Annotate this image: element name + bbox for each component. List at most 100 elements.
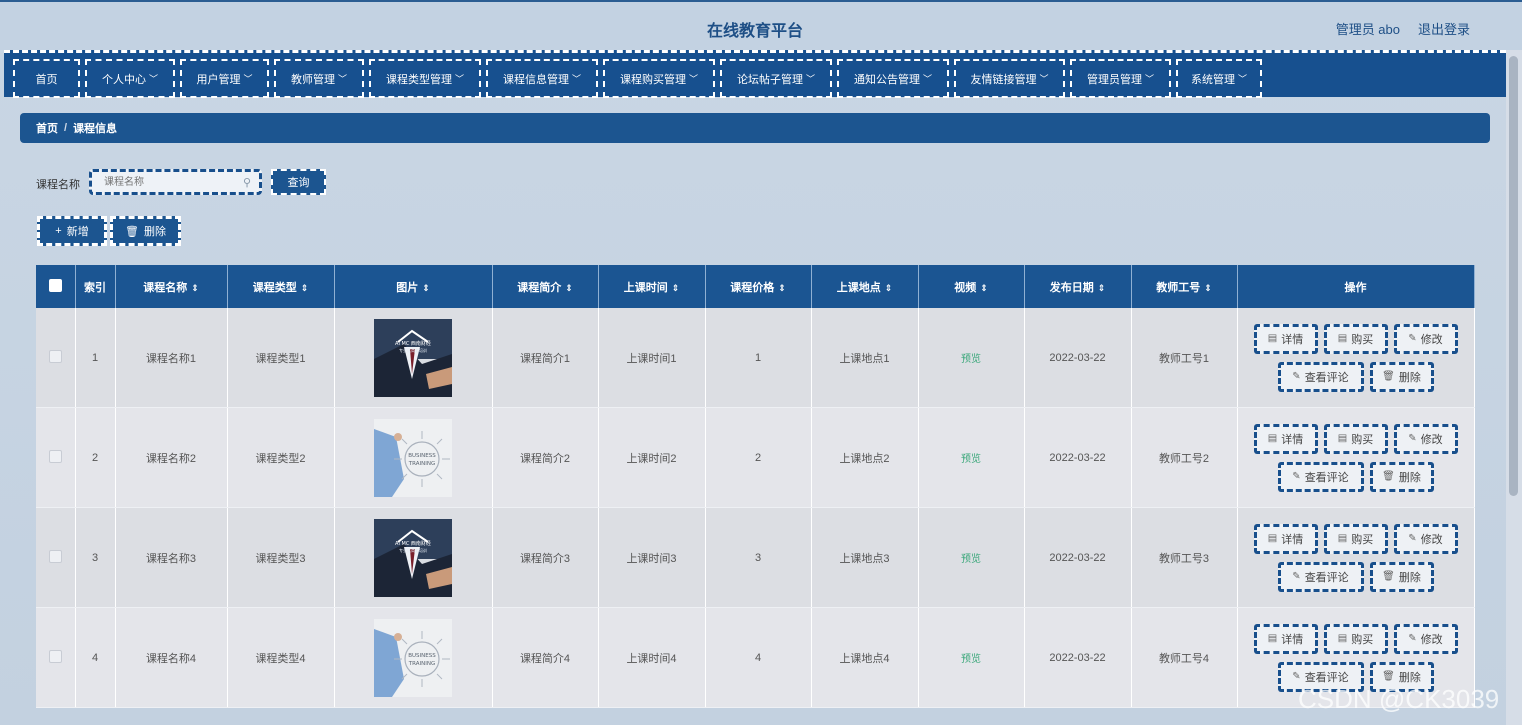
nav-item-label: 友情链接管理 (970, 73, 1037, 86)
column-header-label: 索引 (84, 281, 106, 294)
image-caption: TRAINING (408, 461, 435, 467)
select-all-checkbox[interactable] (48, 278, 62, 292)
row-delete-label: 删除 (1398, 471, 1421, 484)
search-input[interactable] (89, 169, 262, 195)
view-comments-label: 查看评论 (1304, 371, 1349, 384)
cell-course-name: 课程名称3 (115, 507, 228, 608)
scrollbar-thumb[interactable] (1509, 56, 1518, 496)
column-header-label: 视频 (954, 281, 977, 294)
row-select-cell[interactable] (36, 308, 76, 408)
row-actions-top: ▤ 详情 ▤ 购买 ✎ 修改 (1253, 623, 1458, 654)
column-header[interactable]: 课程价格 ⇕ (705, 265, 812, 308)
sort-icon[interactable]: ⇕ (191, 283, 199, 293)
buy-button[interactable]: ▤ 购买 (1323, 323, 1388, 354)
cell-image: BUSINESS TRAINING (334, 407, 493, 508)
row-select-cell[interactable] (36, 507, 76, 608)
column-header[interactable]: 课程简介 ⇕ (492, 265, 599, 308)
nav-item-label: 用户管理 (196, 73, 241, 86)
buy-button[interactable]: ▤ 购买 (1323, 423, 1388, 454)
nav-item-teacher-management[interactable]: 教师管理 ﹀ (274, 59, 364, 98)
column-header[interactable]: 视频 ⇕ (918, 265, 1025, 308)
row-delete-button[interactable]: 🗑 删除 (1369, 461, 1434, 492)
column-header[interactable]: 课程类型 ⇕ (227, 265, 335, 308)
cell-video: 预览 (918, 407, 1025, 508)
video-preview-link[interactable]: 预览 (961, 354, 981, 365)
cell-teacher: 教师工号4 (1131, 607, 1238, 708)
nav-item-personal-center[interactable]: 个人中心 ﹀ (85, 59, 175, 98)
cell-course-type: 课程类型4 (227, 607, 335, 708)
query-button[interactable]: 查询 (271, 169, 326, 195)
edit-button[interactable]: ✎ 修改 (1393, 523, 1458, 554)
sort-icon[interactable]: ⇕ (1204, 283, 1212, 293)
detail-button[interactable]: ▤ 详情 (1253, 623, 1318, 654)
nav-item-user-management[interactable]: 用户管理 ﹀ (180, 59, 269, 98)
edit-button[interactable]: ✎ 修改 (1393, 623, 1458, 654)
sort-icon[interactable]: ⇕ (778, 283, 786, 293)
edit-icon: ✎ (1408, 333, 1417, 344)
sort-icon[interactable]: ⇕ (565, 283, 573, 293)
row-checkbox[interactable] (48, 549, 62, 563)
buy-button-label: 购买 (1351, 633, 1374, 646)
batch-delete-button[interactable]: 🗑 删除 (110, 216, 181, 246)
column-header[interactable]: 上课地点 ⇕ (811, 265, 919, 308)
edit-button[interactable]: ✎ 修改 (1393, 423, 1458, 454)
column-header[interactable]: 发布日期 ⇕ (1024, 265, 1132, 308)
edit-button[interactable]: ✎ 修改 (1393, 323, 1458, 354)
sort-icon[interactable]: ⇕ (1098, 283, 1106, 293)
detail-button[interactable]: ▤ 详情 (1253, 423, 1318, 454)
row-checkbox[interactable] (48, 449, 62, 463)
video-preview-link[interactable]: 预览 (961, 654, 981, 665)
cell-intro: 课程简介4 (492, 607, 599, 708)
nav-item-notice-management[interactable]: 通知公告管理 ﹀ (837, 59, 949, 98)
logout-link[interactable]: 退出登录 (1418, 19, 1470, 38)
column-header[interactable]: 教师工号 ⇕ (1131, 265, 1238, 308)
column-header[interactable]: 上课时间 ⇕ (598, 265, 706, 308)
add-button[interactable]: + 新增 (37, 216, 107, 246)
breadcrumb-home[interactable]: 首页 (36, 120, 58, 136)
row-checkbox[interactable] (48, 349, 62, 363)
chevron-down-icon: ﹀ (337, 74, 347, 84)
row-select-cell[interactable] (36, 607, 76, 708)
cell-course-type: 课程类型1 (227, 308, 335, 408)
row-checkbox[interactable] (48, 649, 62, 663)
nav-item-course-purchase-management[interactable]: 课程购买管理 ﹀ (603, 59, 715, 98)
cell-teacher: 教师工号1 (1131, 308, 1238, 408)
nav-item-course-info-management[interactable]: 课程信息管理 ﹀ (486, 59, 598, 98)
document-icon: ▤ (1267, 633, 1278, 644)
row-delete-button[interactable]: 🗑 删除 (1369, 561, 1434, 592)
view-comments-button[interactable]: ✎ 查看评论 (1277, 461, 1364, 492)
video-preview-link[interactable]: 预览 (961, 554, 981, 565)
top-header: 在线教育平台 管理员 abo 退出登录 (0, 0, 1522, 50)
view-comments-button[interactable]: ✎ 查看评论 (1277, 561, 1364, 592)
detail-button[interactable]: ▤ 详情 (1253, 323, 1318, 354)
sort-icon[interactable]: ⇕ (422, 283, 430, 293)
view-comments-button[interactable]: ✎ 查看评论 (1277, 361, 1364, 392)
sort-icon[interactable]: ⇕ (301, 283, 309, 293)
sort-icon[interactable]: ⇕ (885, 283, 893, 293)
select-all-cell[interactable] (36, 265, 76, 308)
nav-item-links-management[interactable]: 友情链接管理 ﹀ (954, 59, 1065, 98)
sort-icon[interactable]: ⇕ (672, 283, 680, 293)
row-select-cell[interactable] (36, 407, 76, 508)
document-icon: ▤ (1337, 633, 1348, 644)
nav-item-home[interactable]: 首页 (13, 59, 80, 98)
buy-button[interactable]: ▤ 购买 (1323, 623, 1388, 654)
sort-icon[interactable]: ⇕ (980, 283, 988, 293)
row-delete-button[interactable]: 🗑 删除 (1369, 361, 1434, 392)
admin-label: 管理员 abo (1335, 22, 1400, 37)
document-icon: ▤ (1337, 533, 1348, 544)
detail-button[interactable]: ▤ 详情 (1253, 523, 1318, 554)
cell-teacher: 教师工号3 (1131, 507, 1238, 608)
app-title: 在线教育平台 (706, 23, 803, 40)
row-delete-label: 删除 (1398, 671, 1421, 684)
buy-button[interactable]: ▤ 购买 (1323, 523, 1388, 554)
nav-item-course-type-management[interactable]: 课程类型管理 ﹀ (369, 59, 481, 98)
nav-item-system-management[interactable]: 系统管理 ﹀ (1176, 59, 1262, 98)
trash-icon: 🗑 (125, 225, 139, 238)
column-header[interactable]: 课程名称 ⇕ (115, 265, 228, 308)
nav-item-admin-management[interactable]: 管理员管理 ﹀ (1070, 59, 1171, 98)
column-header[interactable]: 图片 ⇕ (334, 265, 493, 308)
nav-item-forum-management[interactable]: 论坛帖子管理 ﹀ (720, 59, 832, 98)
video-preview-link[interactable]: 预览 (961, 454, 981, 465)
cell-intro: 课程简介3 (492, 507, 599, 608)
